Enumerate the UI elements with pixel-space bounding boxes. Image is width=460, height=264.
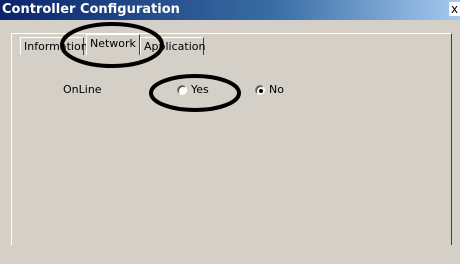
online-no-radio[interactable]: No [255,83,284,97]
online-no-label: No [269,83,284,96]
tab-application[interactable]: Application [140,37,206,55]
tab-panel-network [11,33,452,245]
tab-application-label: Application [144,40,206,53]
online-yes-radio[interactable]: Yes [177,83,209,97]
tab-network[interactable]: Network [86,34,140,55]
radio-unchecked-icon [177,85,187,95]
online-yes-label: Yes [191,83,209,96]
online-label: OnLine [63,83,102,96]
tab-information[interactable]: Information [20,37,88,55]
tab-network-label: Network [90,37,136,50]
tab-information-label: Information [24,40,88,53]
window-title: Controller Configuration [2,2,180,17]
title-bar: Controller Configuration x [0,0,460,20]
close-icon[interactable]: x [449,2,460,16]
radio-checked-icon [255,85,265,95]
